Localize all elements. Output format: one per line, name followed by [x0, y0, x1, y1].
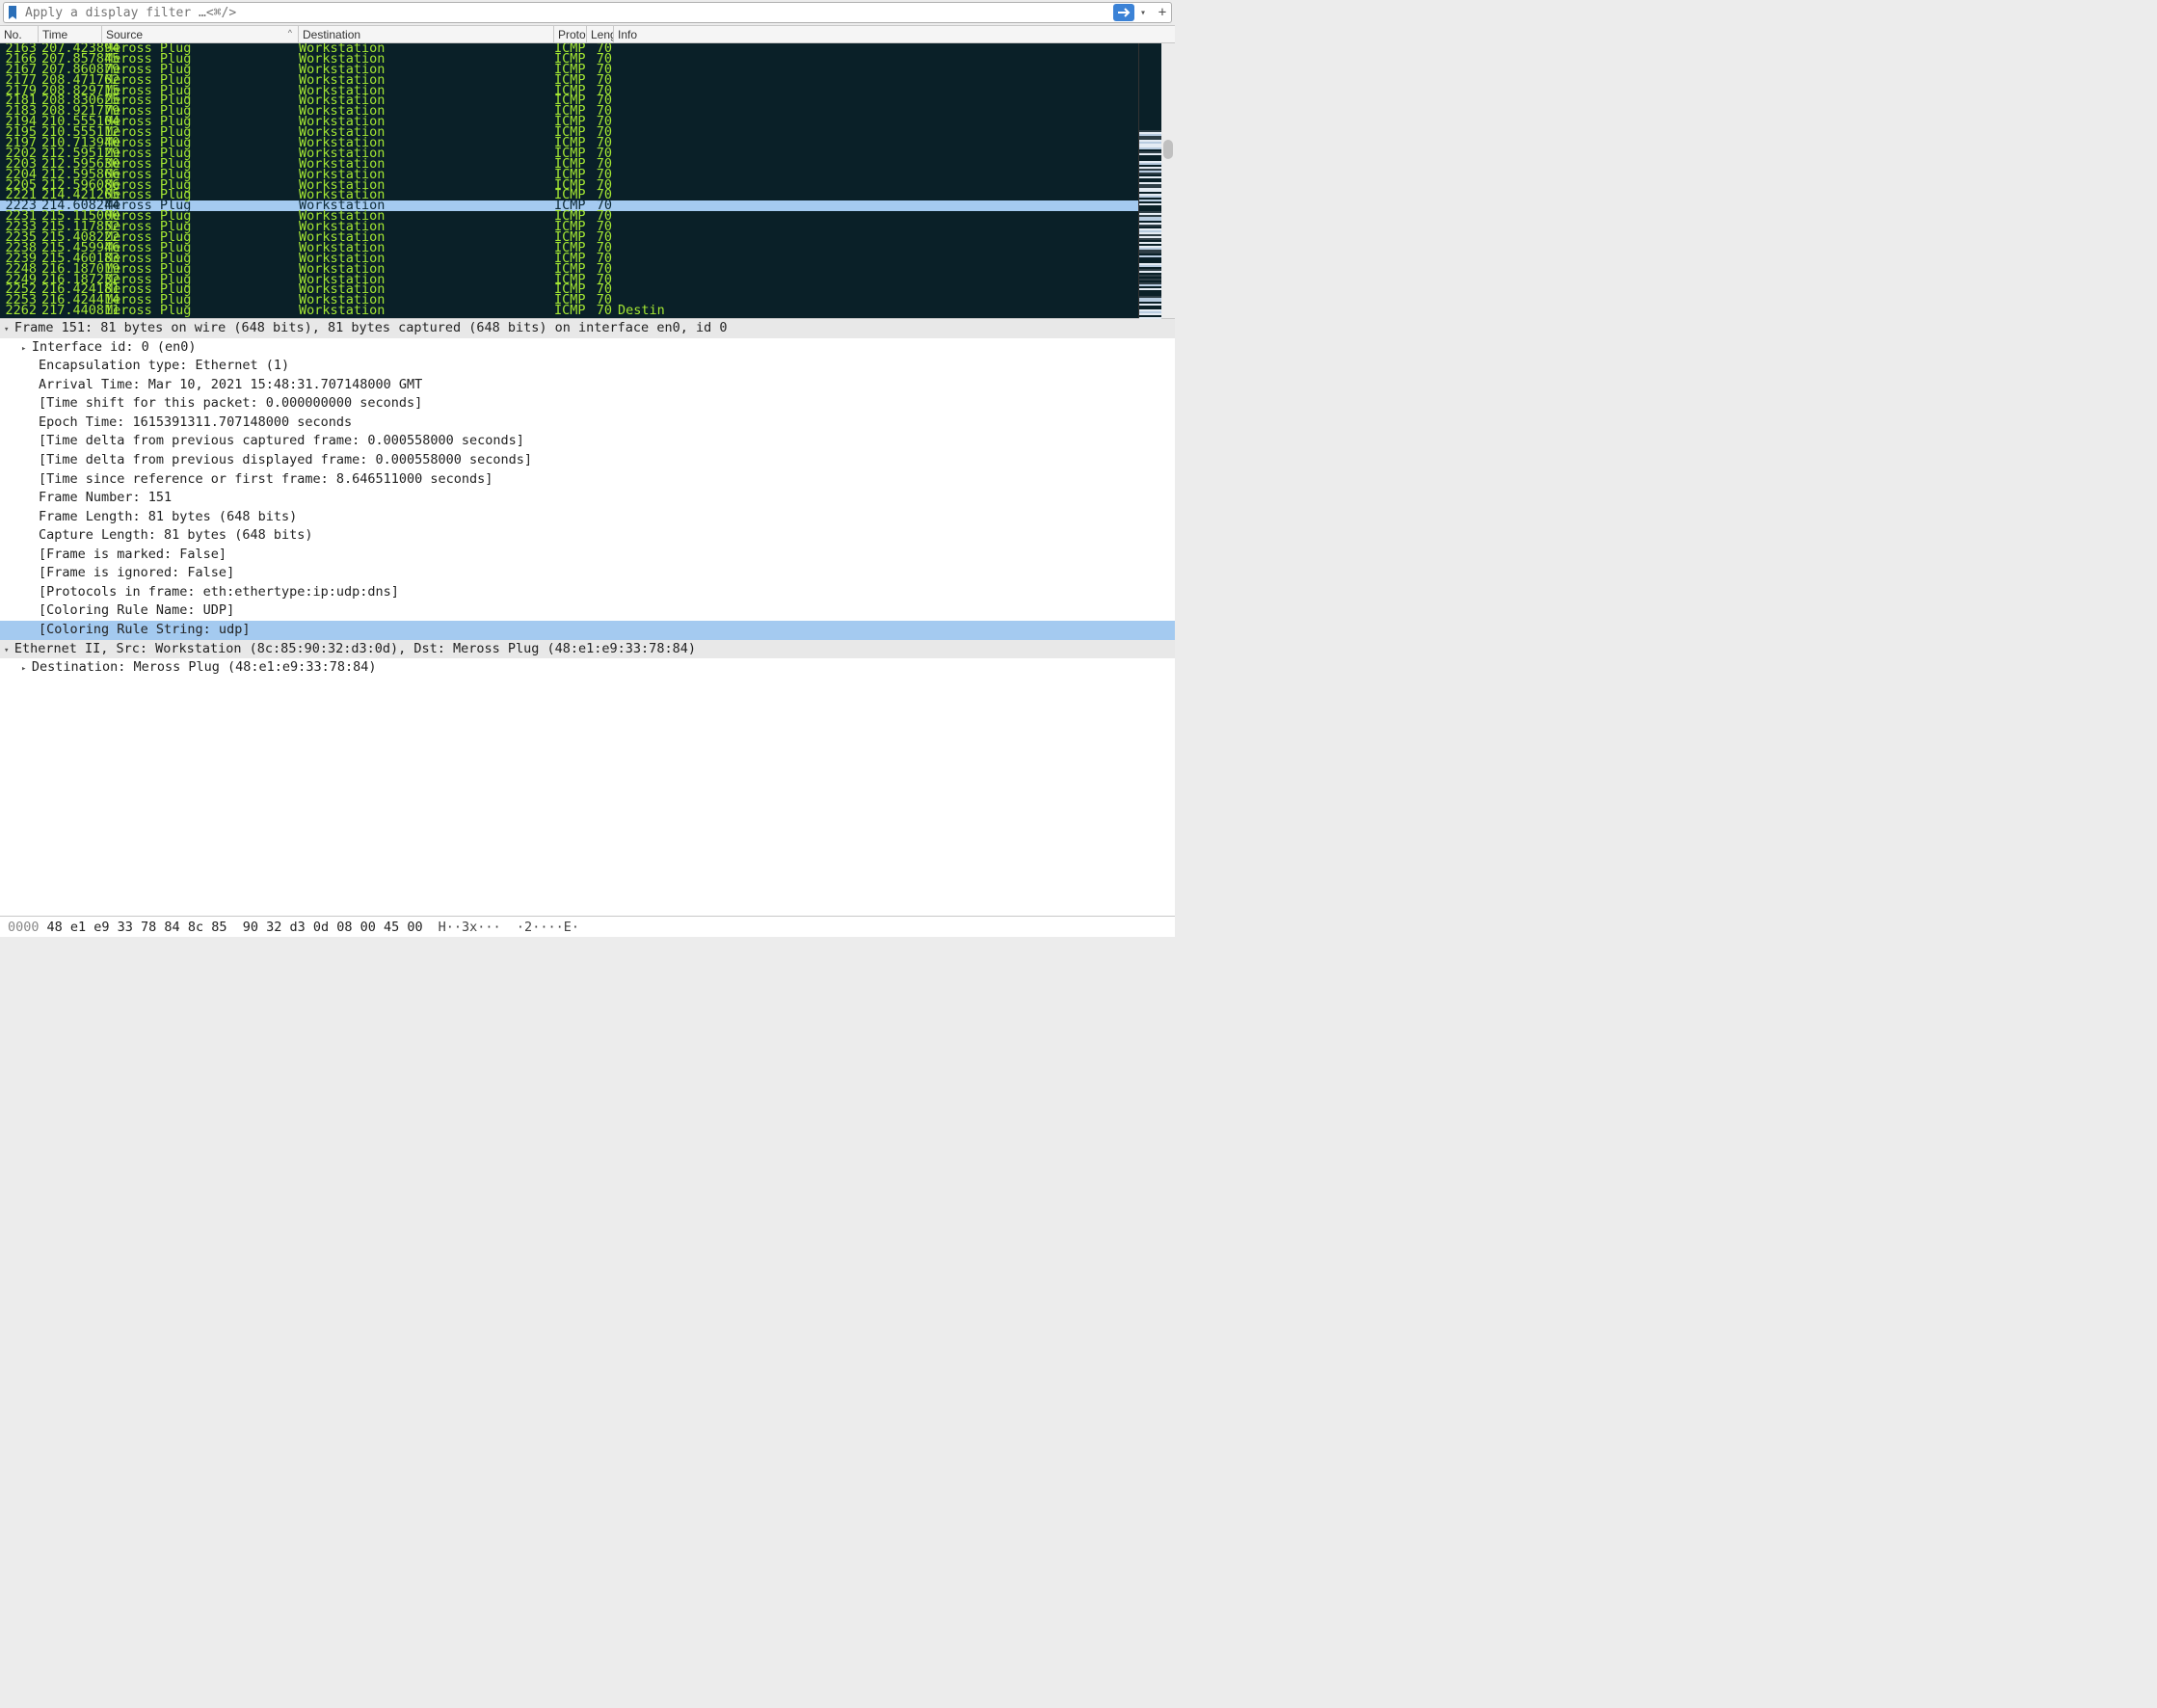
since-ref[interactable]: [Time since reference or first frame: 8.… [0, 470, 1175, 490]
apply-filter-button[interactable] [1113, 4, 1134, 21]
delta-displayed[interactable]: [Time delta from previous displayed fram… [0, 451, 1175, 470]
frame-length[interactable]: Frame Length: 81 bytes (648 bits) [0, 508, 1175, 527]
add-filter-button[interactable]: + [1154, 5, 1171, 20]
hex-offset: 0000 [0, 920, 47, 935]
display-filter-input[interactable] [21, 4, 1113, 22]
column-time[interactable]: Time [39, 26, 102, 42]
bookmark-icon[interactable] [4, 6, 21, 19]
column-no[interactable]: No. [0, 26, 39, 42]
packet-list[interactable]: 2163207.423894Meross PlugWorkstationICMP… [0, 43, 1138, 318]
frame-ignored[interactable]: [Frame is ignored: False] [0, 564, 1175, 583]
ethernet-header[interactable]: Ethernet II, Src: Workstation (8c:85:90:… [0, 640, 1175, 659]
packet-list-columns: No. Time Source Destination Protocol Len… [0, 25, 1175, 43]
packet-minimap[interactable] [1138, 43, 1161, 318]
eth-dst[interactable]: Destination: Meross Plug (48:e1:e9:33:78… [0, 658, 1175, 678]
hex-ascii: H··3x··· ·2····E· [423, 920, 579, 935]
frame-marked[interactable]: [Frame is marked: False] [0, 546, 1175, 565]
frame-number[interactable]: Frame Number: 151 [0, 489, 1175, 508]
column-info[interactable]: Info [614, 26, 1175, 42]
interface-id[interactable]: Interface id: 0 (en0) [0, 338, 1175, 358]
time-shift[interactable]: [Time shift for this packet: 0.000000000… [0, 394, 1175, 414]
frame-header[interactable]: Frame 151: 81 bytes on wire (648 bits), … [0, 319, 1175, 338]
packet-bytes-pane[interactable]: 0000 48 e1 e9 33 78 84 8c 85 90 32 d3 0d… [0, 916, 1175, 937]
epoch-time[interactable]: Epoch Time: 1615391311.707148000 seconds [0, 414, 1175, 433]
column-length[interactable]: Length [587, 26, 614, 42]
arrival-time[interactable]: Arrival Time: Mar 10, 2021 15:48:31.7071… [0, 376, 1175, 395]
filter-dropdown-icon[interactable]: ▾ [1136, 8, 1150, 18]
column-destination[interactable]: Destination [299, 26, 554, 42]
capture-length[interactable]: Capture Length: 81 bytes (648 bits) [0, 526, 1175, 546]
coloring-string[interactable]: [Coloring Rule String: udp] [0, 621, 1175, 640]
scrollbar-thumb[interactable] [1163, 140, 1173, 159]
delta-captured[interactable]: [Time delta from previous captured frame… [0, 432, 1175, 451]
packet-list-scrollbar[interactable] [1161, 43, 1175, 318]
encapsulation[interactable]: Encapsulation type: Ethernet (1) [0, 357, 1175, 376]
display-filter-bar: ▾ + [3, 2, 1172, 23]
hex-bytes[interactable]: 48 e1 e9 33 78 84 8c 85 90 32 d3 0d 08 0… [47, 920, 423, 935]
column-protocol[interactable]: Protocol [554, 26, 587, 42]
protocols[interactable]: [Protocols in frame: eth:ethertype:ip:ud… [0, 583, 1175, 602]
packet-row[interactable]: 2262217.440811Meross PlugWorkstationICMP… [0, 306, 1138, 316]
coloring-name[interactable]: [Coloring Rule Name: UDP] [0, 601, 1175, 621]
packet-list-pane: 2163207.423894Meross PlugWorkstationICMP… [0, 43, 1175, 318]
column-source[interactable]: Source [102, 26, 299, 42]
packet-details-pane[interactable]: Frame 151: 81 bytes on wire (648 bits), … [0, 318, 1175, 916]
